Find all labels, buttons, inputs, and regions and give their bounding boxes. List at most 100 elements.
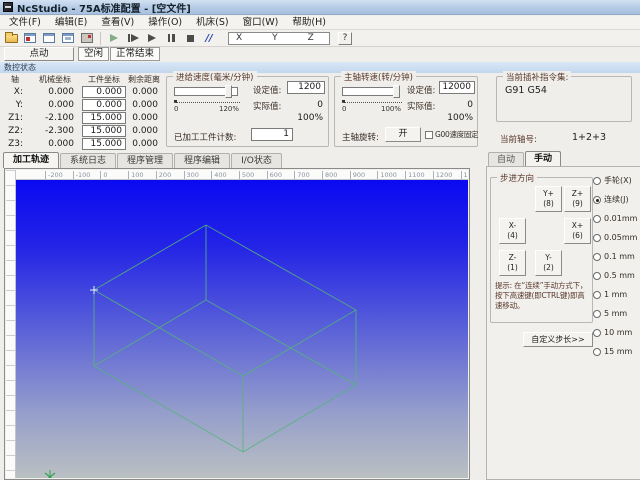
work-coord-value[interactable]: 15.000 xyxy=(82,137,126,150)
radio-icon[interactable] xyxy=(593,290,601,299)
radio-icon[interactable] xyxy=(593,195,601,204)
jog-mode-button[interactable]: 点动 xyxy=(4,47,74,61)
step-option-label: 0.1 mm xyxy=(604,252,635,261)
tab-I/O状态[interactable]: I/O状态 xyxy=(231,153,282,168)
step-option[interactable]: 连续(J) xyxy=(593,190,640,209)
ruler-label: -100 xyxy=(72,171,99,179)
step-option-label: 0.5 mm xyxy=(604,271,635,280)
step-option[interactable]: 0.5 mm xyxy=(593,266,640,285)
spindle-scale-max: 100% xyxy=(381,105,402,113)
g00-checkbox[interactable] xyxy=(425,130,433,139)
workpiece-count-label: 已加工工件计数: xyxy=(174,133,237,143)
run-icon[interactable] xyxy=(144,31,160,45)
main-tab-bar: 加工轨迹 系统日志 程序管理 程序编辑 I/O状态 xyxy=(0,151,470,168)
menu-item[interactable]: 帮助(H) xyxy=(285,16,333,29)
axis-y-label: Y xyxy=(272,33,278,43)
work-coord-value[interactable]: 15.000 xyxy=(82,124,126,137)
menu-item[interactable]: 窗口(W) xyxy=(236,16,286,29)
axis-display-field[interactable]: X Y Z xyxy=(228,31,330,45)
step-option[interactable]: 0.05mm xyxy=(593,228,640,247)
remain-distance-value: 0.000 xyxy=(132,138,158,149)
ruler-label: 700 xyxy=(294,171,320,179)
step-option[interactable]: 1 mm xyxy=(593,285,640,304)
app-icon xyxy=(3,2,13,12)
remain-distance-value: 0.000 xyxy=(132,99,158,110)
custom-step-button[interactable]: 自定义步长>> xyxy=(523,332,593,347)
ruler-label: 1300 xyxy=(460,171,468,179)
coord-header-row: 轴 机械坐标 工件坐标 剩余距离 xyxy=(2,74,162,85)
tab-程序管理[interactable]: 程序管理 xyxy=(117,153,174,168)
spindle-slider-handle[interactable] xyxy=(393,85,400,98)
radio-icon[interactable] xyxy=(593,271,601,280)
work-coord-value[interactable]: 0.000 xyxy=(82,98,126,111)
jog-button-xminus[interactable]: X- (4) xyxy=(499,218,526,244)
demo-run-icon[interactable] xyxy=(106,31,122,45)
help-button[interactable]: ? xyxy=(338,31,352,45)
workpiece-count-value[interactable]: 1 xyxy=(251,128,293,141)
jog-axis-label: Z+ xyxy=(571,189,584,198)
tab-自动[interactable]: 自动 xyxy=(488,152,525,166)
step-option[interactable]: 手轮(X) xyxy=(593,171,640,190)
step-option-label: 10 mm xyxy=(604,328,633,337)
window-title: NcStudio - 75A标准配置 - [空文件] xyxy=(17,3,191,15)
current-command-label: 当前插补指令集: xyxy=(503,71,572,83)
work-coord-value[interactable]: 0.000 xyxy=(82,85,126,98)
simulate-window-icon[interactable] xyxy=(22,31,38,45)
machine-coord-value: -2.300 xyxy=(44,125,74,136)
jog-button-zplus[interactable]: Z+ (9) xyxy=(564,186,591,212)
jog-axis-label: X+ xyxy=(571,221,584,230)
g00-option[interactable]: G00速度固定 xyxy=(425,129,479,140)
tab-程序编辑[interactable]: 程序编辑 xyxy=(174,153,231,168)
step-direction-title: 步进方向 xyxy=(497,172,538,184)
radio-icon[interactable] xyxy=(593,347,601,356)
menu-item[interactable]: 文件(F) xyxy=(2,16,48,29)
breakpoint-icon[interactable]: // xyxy=(201,31,217,45)
radio-icon[interactable] xyxy=(593,233,601,242)
feed-slider-handle[interactable] xyxy=(225,85,232,98)
step-option[interactable]: 0.1 mm xyxy=(593,247,640,266)
tab-系统日志[interactable]: 系统日志 xyxy=(60,153,117,168)
jog-axis-label: Z- xyxy=(508,253,517,262)
menu-item[interactable]: 编辑(E) xyxy=(48,16,94,29)
menu-item[interactable]: 操作(O) xyxy=(141,16,189,29)
stop-icon[interactable] xyxy=(182,31,198,45)
open-file-icon[interactable] xyxy=(3,31,19,45)
radio-icon[interactable] xyxy=(593,328,601,337)
radio-icon[interactable] xyxy=(593,176,601,185)
spindle-on-button[interactable]: 开 xyxy=(385,127,421,142)
coord-row: Z2: -2.300 15.000 0.000 xyxy=(2,124,162,137)
step-option[interactable]: 5 mm xyxy=(593,304,640,323)
axis-name: Z3: xyxy=(8,138,23,149)
jog-button-xplus[interactable]: X+ (6) xyxy=(564,218,591,244)
new-window-icon[interactable] xyxy=(41,31,57,45)
radio-icon[interactable] xyxy=(593,252,601,261)
jog-button-yminus[interactable]: Y- (2) xyxy=(535,250,562,276)
pause-icon[interactable] xyxy=(163,31,179,45)
menu-item[interactable]: 查看(V) xyxy=(94,16,141,29)
spindle-set-value[interactable]: 12000 xyxy=(439,81,475,94)
work-coord-value[interactable]: 15.000 xyxy=(82,111,126,124)
display-window-icon[interactable] xyxy=(60,31,76,45)
spindle-override-slider[interactable] xyxy=(342,85,400,98)
radio-icon[interactable] xyxy=(593,309,601,318)
menu-item[interactable]: 机床(S) xyxy=(189,16,235,29)
titlebar: NcStudio - 75A标准配置 - [空文件] xyxy=(0,0,640,15)
feed-set-label: 设定值: xyxy=(253,86,282,96)
jog-button-yplus[interactable]: Y+ (8) xyxy=(535,186,562,212)
tab-加工轨迹[interactable]: 加工轨迹 xyxy=(3,152,60,168)
step-run-icon[interactable] xyxy=(125,31,141,45)
toolpath-canvas[interactable] xyxy=(16,180,468,478)
step-option[interactable]: 15 mm xyxy=(593,342,640,361)
axis-z-label: Z xyxy=(307,33,314,43)
step-option[interactable]: 0.01mm xyxy=(593,209,640,228)
ruler-label: 800 xyxy=(322,171,348,179)
radio-icon[interactable] xyxy=(593,214,601,223)
spindle-actual-value: 0 xyxy=(467,100,473,110)
feed-set-value[interactable]: 1200 xyxy=(287,81,325,94)
remain-distance-value: 0.000 xyxy=(132,125,158,136)
step-option[interactable]: 10 mm xyxy=(593,323,640,342)
tab-手动[interactable]: 手动 xyxy=(525,151,562,166)
jog-button-zminus[interactable]: Z- (1) xyxy=(499,250,526,276)
machine-icon[interactable] xyxy=(79,31,95,45)
feed-override-slider[interactable] xyxy=(174,85,238,98)
